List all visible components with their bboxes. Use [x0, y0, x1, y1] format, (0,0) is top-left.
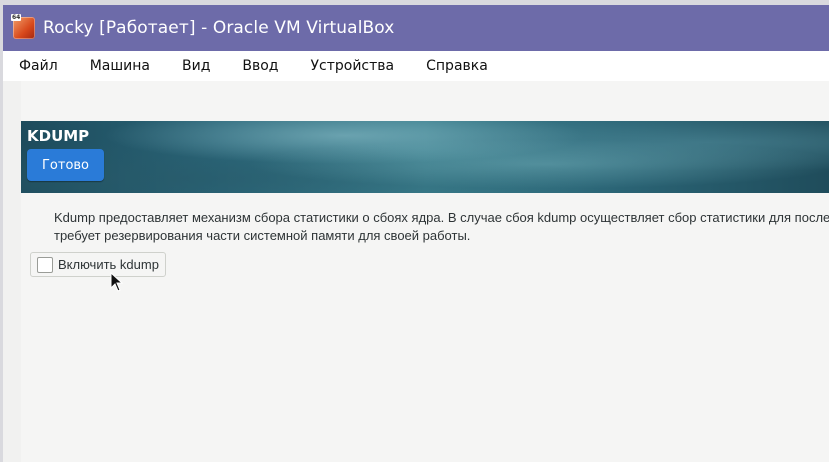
done-button[interactable]: Готово: [27, 149, 104, 181]
vm-left-margin: [3, 81, 21, 462]
menu-devices[interactable]: Устройства: [295, 51, 411, 81]
kdump-description: Kdump предоставляет механизм сбора стати…: [54, 209, 829, 245]
menu-input[interactable]: Ввод: [226, 51, 294, 81]
window-title: Rocky [Работает] - Oracle VM VirtualBox: [43, 18, 395, 38]
window-titlebar[interactable]: 64 Rocky [Работает] - Oracle VM VirtualB…: [3, 5, 829, 51]
spoke-title: KDUMP: [27, 127, 90, 145]
spoke-header-banner: KDUMP Готово: [21, 121, 829, 193]
enable-kdump-checkbox[interactable]: Включить kdump: [30, 252, 166, 277]
menu-view[interactable]: Вид: [166, 51, 226, 81]
kdump-description-line-1: Kdump предоставляет механизм сбора стати…: [54, 210, 829, 225]
app-icon-badge: 64: [11, 14, 22, 21]
menu-bar: Файл Машина Вид Ввод Устройства Справка: [3, 51, 829, 81]
enable-kdump-label: Включить kdump: [58, 257, 159, 272]
kdump-description-line-2: требует резервирования части системной п…: [54, 228, 471, 243]
virtualbox-app-icon: 64: [11, 14, 35, 39]
vm-display[interactable]: KDUMP Готово Kdump предоставляет механиз…: [3, 81, 829, 462]
menu-machine[interactable]: Машина: [74, 51, 166, 81]
checkbox-box[interactable]: [37, 256, 53, 273]
menu-help[interactable]: Справка: [410, 51, 504, 81]
virtualbox-window: 64 Rocky [Работает] - Oracle VM VirtualB…: [0, 0, 829, 462]
menu-file[interactable]: Файл: [3, 51, 74, 81]
mouse-pointer-icon: [110, 272, 124, 292]
